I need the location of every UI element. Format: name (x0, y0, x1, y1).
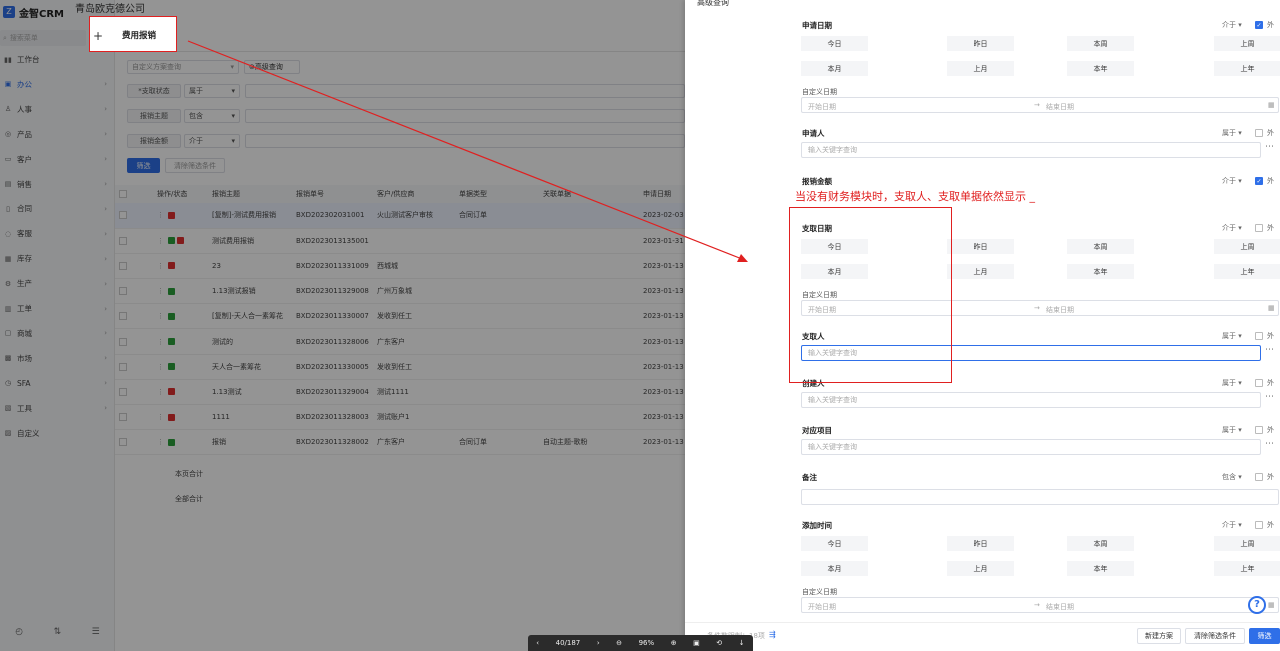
zoom-out-icon[interactable]: ⊖ (616, 639, 622, 647)
arrow-line (187, 40, 743, 260)
zoom-in-icon[interactable]: ⊕ (671, 639, 677, 647)
rotate-icon[interactable]: ⟲ (716, 639, 722, 647)
page-indicator: 40/187 (555, 639, 581, 647)
app-root: Z 金智CRM ⌕ 搜索菜单 ▮▮ 工作台 ▣ 办公 › ♙ 人事 › ◎ 产品 › ▭ 客户 › ▤ 销售 ›… (0, 0, 1280, 651)
zoom-level: 96% (638, 639, 655, 647)
fit-page-icon[interactable]: ▣ (693, 639, 700, 647)
prev-page-icon[interactable]: ‹ (536, 639, 539, 647)
annotation-arrow (187, 40, 748, 262)
download-icon[interactable]: ↓ (739, 639, 745, 647)
help-icon[interactable]: ? (1248, 596, 1266, 614)
next-page-icon[interactable]: › (597, 639, 600, 647)
viewer-toolbar: ‹ 40/187 › ⊖ 96% ⊕ ▣ ⟲ ↓ (528, 635, 753, 651)
